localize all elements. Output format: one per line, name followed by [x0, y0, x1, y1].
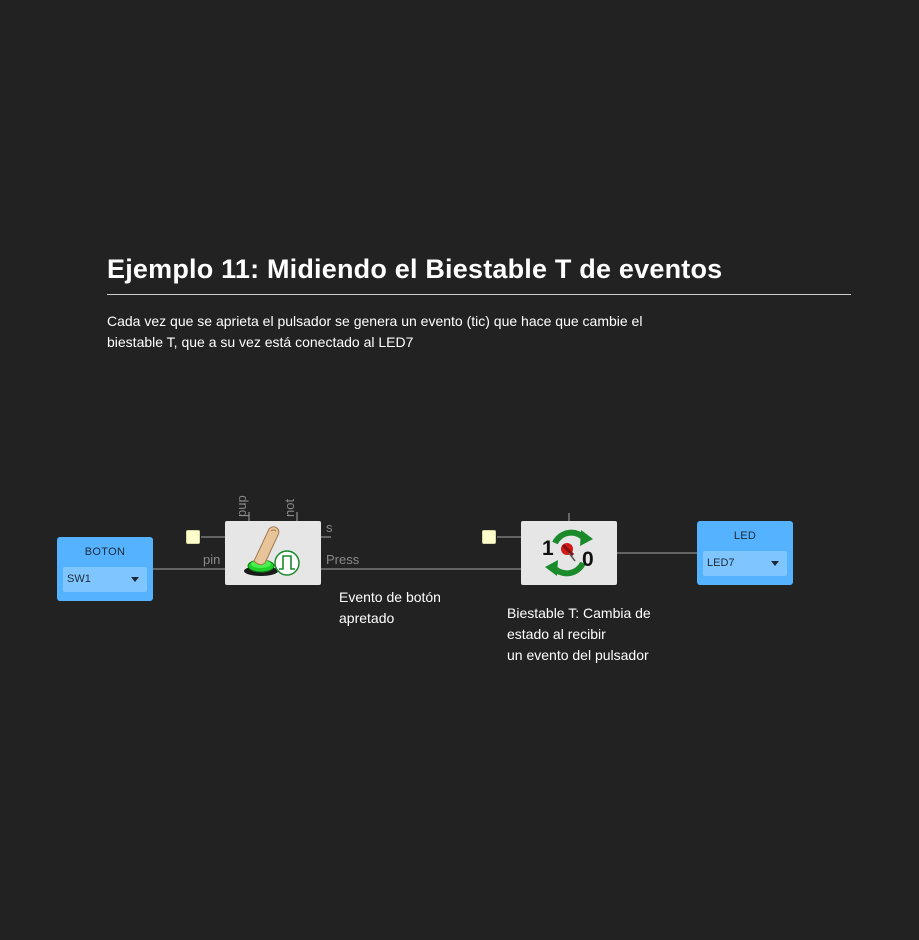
toggle-digit-one: 1 [542, 537, 554, 560]
boton-block[interactable]: BOTON SW1 [57, 537, 153, 601]
button-event-note: Evento de botón apretado [339, 587, 441, 629]
toggle-module[interactable]: 1 0 [521, 521, 617, 585]
chevron-down-icon [771, 561, 779, 566]
toggle-digit-zero: 0 [582, 548, 594, 571]
button-clock-pin[interactable] [186, 530, 200, 544]
led-block[interactable]: LED LED7 [697, 521, 793, 585]
port-label-s: s [326, 520, 333, 535]
toggle-clock-pin[interactable] [482, 530, 496, 544]
note-line: Evento de botón [339, 589, 441, 605]
chevron-down-icon [131, 577, 139, 582]
port-label-not: not [282, 498, 297, 517]
boton-pin-select[interactable]: SW1 [63, 567, 147, 592]
port-label-pup: pup [234, 495, 249, 517]
button-press-icon [244, 526, 300, 576]
boton-pin-value: SW1 [67, 573, 91, 585]
port-label-press: Press [326, 552, 360, 567]
led-pin-value: LED7 [707, 557, 735, 569]
toggle-flipflop-icon: 1 0 [542, 529, 594, 577]
biestable-note: Biestable T: Cambia de estado al recibir… [507, 603, 651, 666]
boton-label: BOTON [84, 546, 126, 558]
note-line: estado al recibir [507, 626, 606, 642]
led-label: LED [733, 530, 757, 542]
note-line: apretado [339, 610, 395, 626]
port-label-pin: pin [203, 552, 221, 567]
button-module[interactable] [225, 521, 321, 585]
circuit-wires [153, 512, 697, 570]
note-line: Biestable T: Cambia de [507, 605, 651, 621]
led-pin-select[interactable]: LED7 [703, 551, 787, 576]
note-line: un evento del pulsador [507, 647, 649, 663]
